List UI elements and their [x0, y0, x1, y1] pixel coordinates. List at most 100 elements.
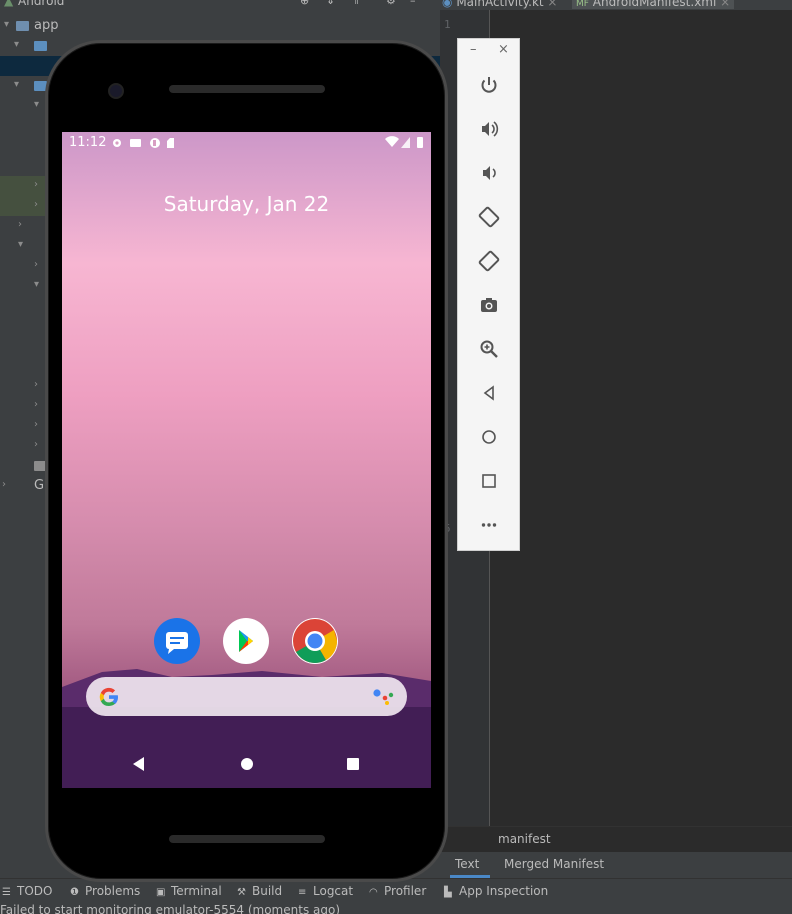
- google-search-bar[interactable]: [86, 677, 407, 716]
- profiler-button[interactable]: ◠ Profiler: [369, 884, 426, 898]
- folder-icon: [34, 41, 47, 51]
- lockscreen-date: Saturday, Jan 22: [163, 192, 330, 216]
- chrome-app[interactable]: [292, 618, 338, 664]
- chrome-icon: [293, 619, 337, 663]
- terminal-icon: ▣: [156, 887, 166, 898]
- tab-text[interactable]: Text: [455, 857, 479, 871]
- emulator-control-panel: – ×: [457, 38, 520, 551]
- chevron-down-icon: ▾: [34, 279, 40, 290]
- chevron-right-icon: ›: [34, 179, 38, 190]
- status-message: Failed to start monitoring emulator-5554…: [0, 903, 341, 914]
- project-view-header: ▲ Android ⊕ ⇓ ⇑ ⚙ –: [0, 0, 440, 8]
- hide-icon[interactable]: –: [410, 0, 416, 7]
- build-button[interactable]: ⚒ Build: [237, 884, 282, 898]
- notification-icons: [113, 138, 174, 148]
- device-screen[interactable]: 11:12 Saturday, Jan 22: [62, 132, 431, 788]
- collapse-icon[interactable]: ⇓: [326, 0, 335, 7]
- power-icon: [481, 77, 497, 93]
- todo-button[interactable]: ☰ TODO: [2, 884, 52, 898]
- more-icon: [481, 523, 497, 527]
- nav-overview-icon[interactable]: [345, 756, 361, 772]
- chevron-right-icon: ›: [2, 479, 6, 490]
- manifest-editor-tabs: Text Merged Manifest: [440, 852, 792, 878]
- power-button[interactable]: [471, 70, 507, 100]
- messages-app[interactable]: [154, 618, 200, 664]
- rotate-left-icon: [478, 206, 500, 228]
- line-number: 1: [444, 18, 451, 31]
- back-icon: [483, 385, 494, 401]
- camera-icon: [481, 298, 497, 312]
- home-icon: [482, 430, 496, 444]
- zoom-icon: [480, 340, 498, 358]
- rotate-left-button[interactable]: [471, 202, 507, 232]
- assistant-icon[interactable]: [372, 687, 396, 707]
- tab-merged-manifest[interactable]: Merged Manifest: [504, 857, 604, 871]
- close-icon[interactable]: ×: [547, 0, 557, 9]
- inspection-icon: ▙: [444, 887, 452, 898]
- nav-back-icon[interactable]: [131, 756, 147, 772]
- gauge-icon: ◠: [369, 887, 378, 898]
- module-folder-icon: [16, 21, 29, 31]
- breadcrumb-item[interactable]: manifest: [498, 832, 551, 846]
- chevron-right-icon: ›: [34, 439, 38, 450]
- list-icon: ☰: [2, 887, 11, 898]
- home-button[interactable]: [471, 422, 507, 452]
- expand-icon[interactable]: ⇑: [352, 0, 361, 7]
- problems-button[interactable]: ❶ Problems: [70, 884, 140, 898]
- chevron-right-icon: ›: [34, 419, 38, 430]
- play-store-icon: [239, 630, 253, 652]
- chevron-down-icon: ▾: [34, 99, 40, 110]
- close-icon[interactable]: ×: [720, 0, 730, 9]
- chevron-right-icon: ›: [34, 199, 38, 210]
- messages-icon: [166, 632, 188, 654]
- zoom-button[interactable]: [471, 334, 507, 364]
- chevron-down-icon: ▾: [18, 239, 24, 250]
- play-store-app[interactable]: [223, 618, 269, 664]
- top-speaker: [169, 85, 325, 93]
- chevron-down-icon: ▾: [14, 39, 20, 50]
- signal-battery-icons: [385, 136, 423, 148]
- volume-down-button[interactable]: [471, 158, 507, 188]
- warning-icon: ❶: [70, 887, 79, 898]
- gear-icon[interactable]: ⚙: [386, 0, 396, 7]
- project-view-selector[interactable]: Android: [18, 0, 64, 8]
- close-icon[interactable]: ×: [498, 42, 509, 57]
- emulator-panel-header: – ×: [458, 39, 521, 63]
- screenshot-button[interactable]: [471, 290, 507, 320]
- nav-home-icon[interactable]: [239, 756, 255, 772]
- status-bar: Failed to start monitoring emulator-5554…: [0, 902, 792, 914]
- volume-up-button[interactable]: [471, 114, 507, 144]
- breadcrumb: manifest: [440, 826, 792, 852]
- android-studio-window: ▲ Android ⊕ ⇓ ⇑ ⚙ – ▾ app ▾ ▾ ▾ › › › ▾ …: [0, 0, 792, 914]
- editor-tab-bar: ◉ MainActivity.kt × MF AndroidManifest.x…: [440, 0, 792, 10]
- app-inspection-button[interactable]: ▙ App Inspection: [444, 884, 548, 898]
- overview-button[interactable]: [471, 466, 507, 496]
- minimize-icon[interactable]: –: [470, 42, 477, 57]
- logcat-icon: ≡: [298, 887, 307, 898]
- back-button[interactable]: [471, 378, 507, 408]
- rotate-right-icon: [478, 250, 500, 272]
- chevron-right-icon: ›: [18, 219, 22, 230]
- chevron-right-icon: ›: [34, 399, 38, 410]
- bottom-speaker: [169, 835, 325, 843]
- android-icon: ▲: [4, 0, 14, 8]
- android-status-bar: 11:12: [62, 132, 431, 154]
- front-camera: [108, 83, 124, 99]
- manifest-file-icon: MF: [576, 0, 589, 9]
- logcat-button[interactable]: ≡ Logcat: [298, 884, 353, 898]
- volume-up-icon: [482, 121, 499, 137]
- status-time: 11:12: [69, 135, 107, 150]
- chevron-down-icon: ▾: [4, 19, 10, 30]
- globe-icon[interactable]: ⊕: [300, 0, 309, 7]
- volume-down-icon: [483, 166, 496, 180]
- google-icon: [99, 687, 118, 707]
- more-button[interactable]: [471, 510, 507, 540]
- overview-icon: [482, 474, 496, 488]
- tab-main-activity[interactable]: ◉ MainActivity.kt ×: [442, 0, 557, 9]
- tab-android-manifest[interactable]: MF AndroidManifest.xml ×: [572, 0, 735, 9]
- terminal-button[interactable]: ▣ Terminal: [156, 884, 222, 898]
- tree-item-app[interactable]: ▾ app: [0, 16, 440, 36]
- chevron-right-icon: ›: [34, 379, 38, 390]
- chevron-down-icon: ▾: [14, 79, 20, 90]
- rotate-right-button[interactable]: [471, 246, 507, 276]
